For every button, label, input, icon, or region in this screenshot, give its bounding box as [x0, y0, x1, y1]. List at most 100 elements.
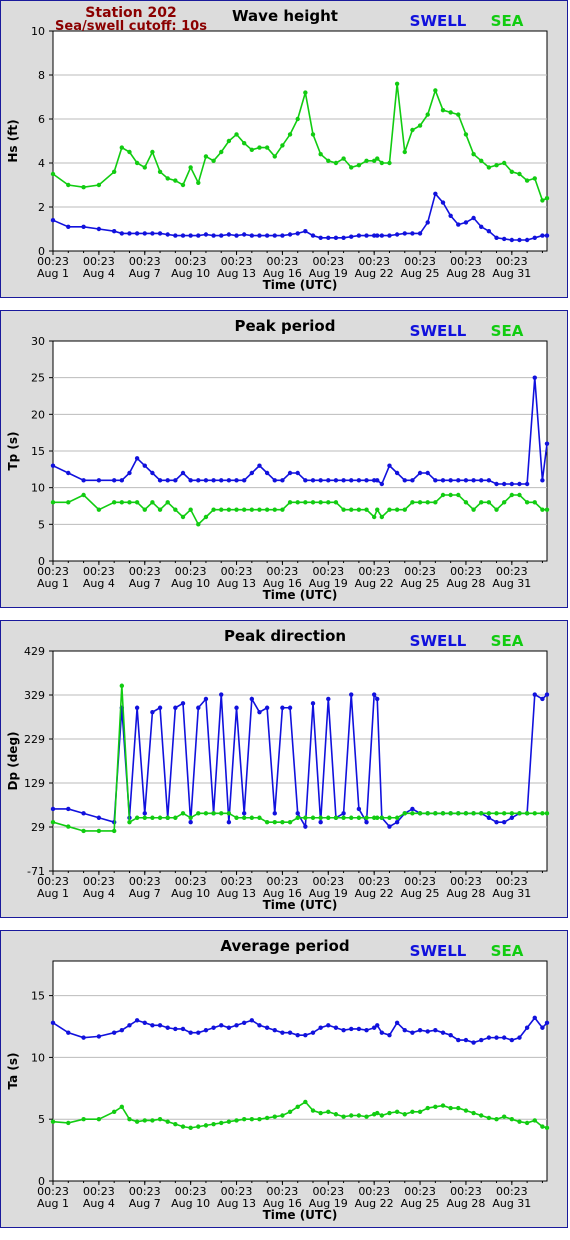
data-point-swell	[375, 1023, 380, 1028]
data-point-swell	[134, 705, 140, 710]
data-point-swell	[517, 237, 522, 243]
data-point-sea	[280, 507, 285, 512]
data-point-swell	[66, 224, 71, 229]
y-tick-label: 25	[31, 372, 45, 385]
data-point-swell	[402, 231, 407, 236]
data-point-swell	[196, 705, 201, 710]
data-point-swell	[111, 229, 117, 234]
x-tick-date-label: Aug 10	[171, 577, 210, 590]
data-point-swell	[81, 478, 86, 483]
data-point-sea	[494, 811, 499, 816]
data-point-swell	[326, 235, 331, 240]
data-point-swell	[486, 1035, 492, 1040]
data-point-swell	[387, 463, 392, 468]
data-point-sea	[433, 1104, 438, 1110]
x-tick-date-label: Aug 4	[83, 267, 115, 280]
data-point-swell	[509, 815, 515, 820]
data-point-swell	[272, 478, 277, 483]
data-point-sea	[532, 176, 537, 181]
data-point-swell	[119, 478, 125, 483]
data-point-swell	[188, 819, 193, 825]
data-point-swell	[402, 1028, 407, 1033]
data-point-sea	[142, 507, 147, 512]
data-point-swell	[196, 478, 201, 483]
data-point-sea	[448, 492, 453, 498]
data-point-sea	[142, 815, 147, 820]
data-point-swell	[544, 692, 550, 697]
data-point-swell	[180, 233, 186, 238]
data-point-sea	[188, 165, 193, 170]
data-point-sea	[165, 815, 170, 820]
x-tick-date-label: Aug 31	[492, 1197, 531, 1210]
data-point-swell	[203, 696, 209, 702]
legend-swell: SWELL	[410, 632, 467, 650]
data-point-sea	[226, 138, 232, 144]
data-point-swell	[341, 1028, 346, 1033]
data-point-swell	[111, 478, 117, 483]
data-point-sea	[280, 819, 285, 825]
peak-period-panel: 0 5 10 15 20 25 30 00:23 Aug 1 00:23 Aug 4 00:23 Aug…	[0, 310, 568, 608]
data-point-swell	[165, 1025, 170, 1030]
data-point-sea	[402, 149, 407, 155]
data-point-swell	[303, 824, 308, 829]
data-point-swell	[471, 215, 476, 221]
data-point-swell	[66, 470, 71, 476]
legend-swell: SWELL	[410, 942, 467, 960]
data-point-swell	[544, 233, 550, 238]
data-point-sea	[203, 514, 209, 520]
plot-area	[52, 650, 548, 872]
data-point-sea	[165, 500, 170, 505]
data-point-swell	[387, 233, 392, 238]
data-point-sea	[257, 815, 262, 820]
data-point-sea	[157, 169, 163, 174]
y-axis-label: Dp (deg)	[6, 731, 20, 790]
data-point-swell	[448, 213, 453, 218]
data-point-sea	[180, 1124, 186, 1129]
data-point-sea	[326, 1109, 331, 1114]
wave-height-chart: 024681000:23Aug 100:23Aug 400:23Aug 700:…	[6, 5, 550, 292]
legend-sea: SEA	[491, 322, 524, 340]
data-point-swell	[287, 470, 293, 476]
data-point-swell	[417, 470, 423, 476]
data-point-sea	[532, 1118, 537, 1123]
data-point-sea	[81, 492, 86, 498]
data-point-sea	[440, 811, 446, 816]
data-point-sea	[517, 811, 522, 816]
data-point-sea	[173, 1121, 178, 1127]
data-point-swell	[479, 478, 484, 483]
data-point-swell	[295, 1032, 300, 1038]
data-point-swell	[433, 478, 438, 483]
data-point-sea	[333, 500, 339, 505]
legend-sea: SEA	[491, 12, 524, 30]
data-point-sea	[180, 182, 186, 188]
data-point-swell	[272, 233, 277, 238]
data-point-swell	[501, 481, 507, 487]
y-tick-label: 15	[31, 990, 45, 1003]
data-point-swell	[501, 1035, 507, 1040]
x-tick-date-label: Aug 31	[492, 577, 531, 590]
data-point-swell	[295, 231, 300, 236]
data-point-sea	[219, 507, 224, 512]
data-point-sea	[203, 154, 209, 159]
data-point-sea	[264, 819, 270, 825]
data-point-swell	[241, 811, 247, 816]
data-point-swell	[387, 1032, 392, 1038]
data-point-sea	[410, 811, 415, 816]
x-tick-date-label: Aug 10	[171, 1197, 210, 1210]
data-point-swell	[272, 1028, 277, 1033]
data-point-swell	[219, 478, 224, 483]
data-point-sea	[96, 182, 102, 188]
data-point-swell	[211, 478, 216, 483]
data-point-swell	[50, 463, 56, 468]
data-point-swell	[394, 819, 400, 825]
data-point-swell	[349, 234, 354, 239]
data-point-swell	[127, 470, 132, 476]
data-point-sea	[127, 819, 132, 825]
data-point-sea	[211, 1121, 216, 1127]
data-point-swell	[394, 232, 400, 237]
data-point-swell	[349, 1026, 354, 1032]
data-point-swell	[303, 478, 308, 483]
data-point-sea	[211, 811, 216, 816]
data-point-swell	[295, 470, 300, 476]
data-point-sea	[364, 507, 369, 512]
